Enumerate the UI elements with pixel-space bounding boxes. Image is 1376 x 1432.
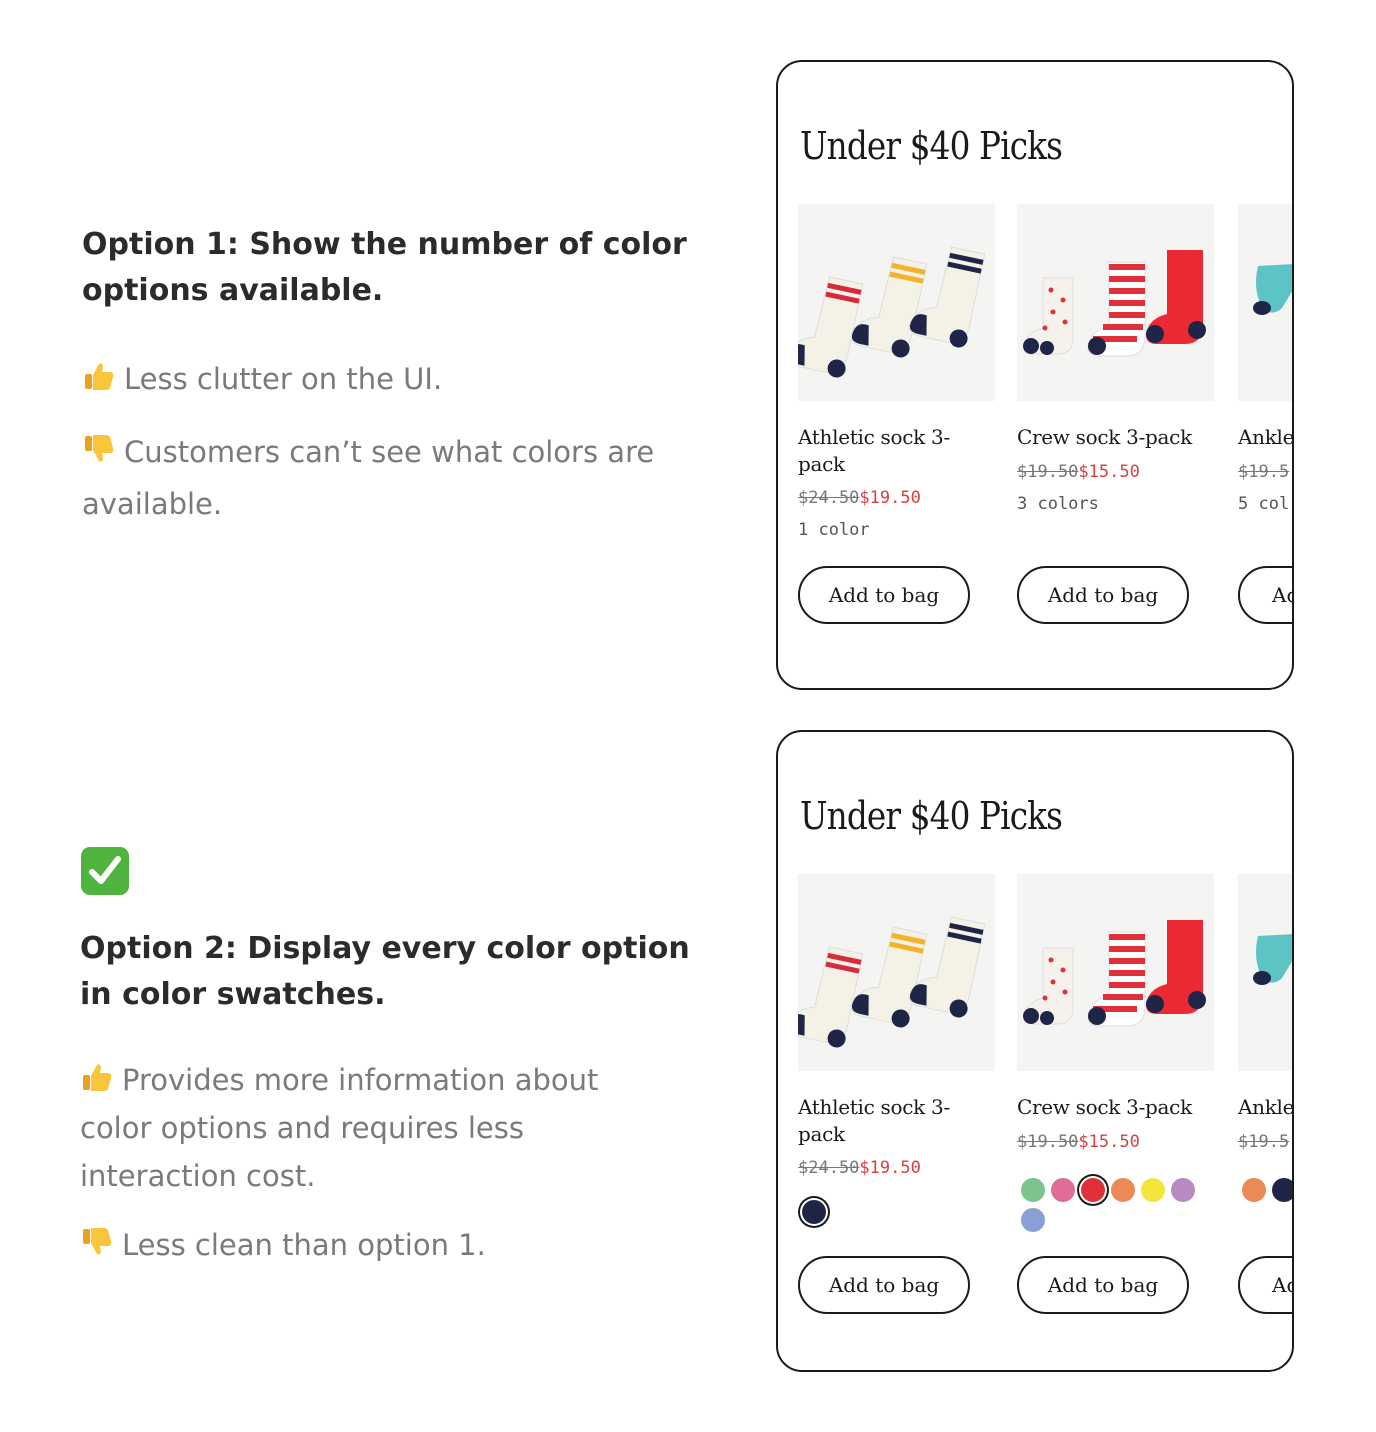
original-price: $24.50	[798, 1158, 860, 1178]
product-card-athletic-sock[interactable]: Athletic sock 3-pack $24.50$19.50 Add to…	[798, 874, 995, 1364]
product-image-athletic-sock[interactable]	[798, 874, 995, 1071]
add-to-bag-button[interactable]: Add to bag	[798, 566, 970, 624]
color-swatch[interactable]	[1111, 1178, 1135, 1202]
product-price: $24.50$19.50	[798, 488, 921, 508]
product-card-ankle-sock[interactable]: Ankle $19.5 Ad	[1238, 874, 1292, 1364]
option-1-pro: Less clutter on the UI.	[82, 354, 682, 404]
product-card-ankle-sock[interactable]: Ankle $19.5 5 col Ad	[1238, 204, 1292, 684]
color-count: 1 color	[798, 520, 870, 540]
option-2-pro: Provides more information about color op…	[80, 1056, 640, 1200]
thumbs-up-icon	[83, 1064, 112, 1091]
color-swatch[interactable]	[1242, 1178, 1266, 1202]
ankle-sock-image	[1253, 264, 1292, 315]
product-carousel-card-option-2: Under $40 Picks Athletic sock 3-pack $24…	[776, 730, 1294, 1372]
original-price: $19.5	[1238, 462, 1290, 482]
product-name[interactable]: Athletic sock 3-pack	[798, 1094, 995, 1148]
athletic-sock-image	[798, 916, 986, 1048]
product-image-crew-sock[interactable]	[1017, 874, 1214, 1071]
color-swatch[interactable]	[1021, 1178, 1045, 1202]
thumbs-up-icon	[85, 363, 114, 390]
option-2-title: Option 2: Display every color option in …	[80, 931, 690, 1012]
color-swatch[interactable]	[1081, 1178, 1105, 1202]
product-price: $19.50$15.50	[1017, 462, 1140, 482]
original-price: $19.5	[1238, 1132, 1290, 1152]
sale-price: $19.50	[859, 488, 921, 508]
product-carousel-card-option-1: Under $40 Picks Athletic sock 3-pack $24…	[776, 60, 1294, 690]
crew-sock-image	[1023, 250, 1206, 357]
option-2-pro-text: Provides more information about color op…	[80, 1063, 599, 1193]
crew-sock-image	[1023, 920, 1206, 1027]
product-name[interactable]: Ankle	[1238, 424, 1292, 451]
ankle-sock-image	[1253, 934, 1292, 985]
option-1-title: Option 1: Show the number of color optio…	[82, 227, 687, 308]
product-price: $24.50$19.50	[798, 1158, 921, 1178]
option-1-con: Customers can’t see what colors are avai…	[82, 426, 682, 530]
add-to-bag-button[interactable]: Add to bag	[1017, 566, 1189, 624]
product-card-athletic-sock[interactable]: Athletic sock 3-pack $24.50$19.50 1 colo…	[798, 204, 995, 684]
color-count: 3 colors	[1017, 494, 1099, 514]
original-price: $24.50	[798, 488, 860, 508]
product-image-crew-sock[interactable]	[1017, 204, 1214, 401]
color-swatch[interactable]	[1272, 1178, 1292, 1202]
product-name[interactable]: Athletic sock 3-pack	[798, 424, 995, 478]
option-2-con: Less clean than option 1.	[80, 1220, 680, 1270]
option-1-pro-text: Less clutter on the UI.	[124, 362, 443, 396]
product-name[interactable]: Crew sock 3-pack	[1017, 424, 1214, 451]
color-swatch[interactable]	[1171, 1178, 1195, 1202]
add-to-bag-button[interactable]: Add to bag	[1017, 1256, 1189, 1314]
product-price: $19.50$15.50	[1017, 1132, 1140, 1152]
product-image-ankle-sock[interactable]	[1238, 874, 1292, 1071]
product-price: $19.5	[1238, 462, 1289, 482]
color-swatch[interactable]	[1021, 1208, 1045, 1232]
color-count: 5 col	[1238, 494, 1290, 514]
option-1-con-text: Customers can’t see what colors are avai…	[82, 435, 655, 521]
add-to-bag-button[interactable]: Ad	[1238, 1256, 1292, 1314]
color-swatch[interactable]	[802, 1200, 826, 1224]
original-price: $19.50	[1017, 1132, 1079, 1152]
option-2-con-text: Less clean than option 1.	[122, 1228, 486, 1262]
add-to-bag-button[interactable]: Ad	[1238, 566, 1292, 624]
check-mark-icon	[81, 847, 129, 895]
original-price: $19.50	[1017, 462, 1079, 482]
carousel-title: Under $40 Picks	[800, 124, 1063, 168]
product-card-crew-sock[interactable]: Crew sock 3-pack $19.50$15.50 Add to bag	[1017, 874, 1214, 1364]
athletic-sock-image	[798, 246, 986, 378]
product-name[interactable]: Crew sock 3-pack	[1017, 1094, 1214, 1121]
product-price: $19.5	[1238, 1132, 1289, 1152]
sale-price: $15.50	[1078, 462, 1140, 482]
thumbs-down-icon	[85, 435, 114, 462]
product-image-athletic-sock[interactable]	[798, 204, 995, 401]
color-swatch[interactable]	[1141, 1178, 1165, 1202]
product-name[interactable]: Ankle	[1238, 1094, 1292, 1121]
sale-price: $15.50	[1078, 1132, 1140, 1152]
add-to-bag-button[interactable]: Add to bag	[798, 1256, 970, 1314]
color-swatch[interactable]	[1051, 1178, 1075, 1202]
carousel-title: Under $40 Picks	[800, 794, 1063, 838]
sale-price: $19.50	[859, 1158, 921, 1178]
thumbs-down-icon	[83, 1228, 112, 1255]
product-card-crew-sock[interactable]: Crew sock 3-pack $19.50$15.50 3 colors A…	[1017, 204, 1214, 684]
product-image-ankle-sock[interactable]	[1238, 204, 1292, 401]
